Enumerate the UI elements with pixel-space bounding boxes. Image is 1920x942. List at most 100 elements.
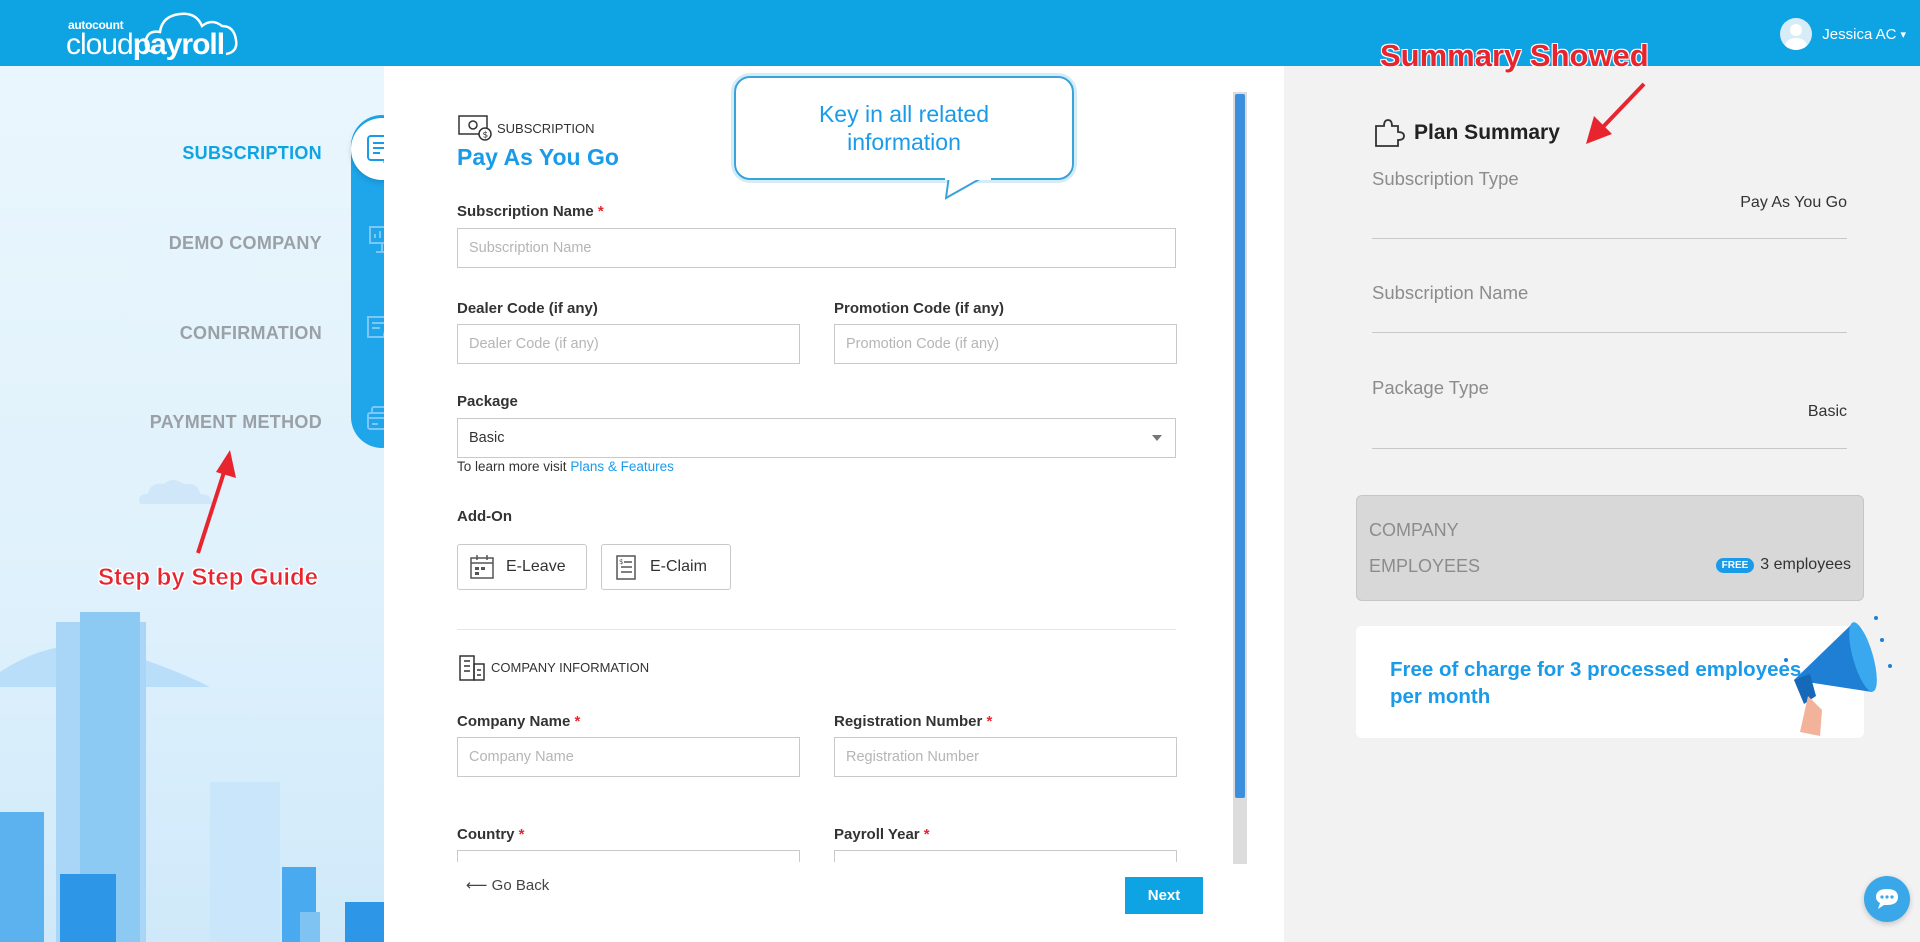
subscription-name-label: Subscription Name * — [457, 203, 604, 220]
addon-e-leave[interactable]: E-Leave — [457, 544, 587, 590]
city-skyline-illustration — [0, 612, 384, 942]
summary-subscription-type: Subscription Type Pay As You Go — [1372, 168, 1847, 239]
addon-e-claim[interactable]: $ E-Claim — [601, 544, 731, 590]
summary-package-type-key: Package Type — [1372, 377, 1489, 398]
free-promo-text: Free of charge for 3 processed employees… — [1390, 658, 1802, 708]
section-divider — [457, 629, 1176, 630]
country-label: Country * — [457, 826, 525, 843]
employees-count: 3 employees — [1760, 556, 1851, 573]
avatar — [1780, 18, 1813, 50]
company-name-input[interactable] — [457, 737, 800, 777]
form-scrollbar-thumb[interactable] — [1235, 94, 1245, 798]
puzzle-icon — [1375, 119, 1405, 147]
next-button[interactable]: Next — [1125, 877, 1203, 914]
summary-subscription-type-value: Pay As You Go — [1740, 194, 1847, 211]
logo-main-text: cloudpayroll — [66, 28, 225, 62]
chevron-down-icon — [1152, 435, 1162, 441]
chevron-down-icon: ▾ — [1900, 28, 1906, 41]
presentation-board-icon — [369, 226, 384, 253]
payroll-year-label: Payroll Year * — [834, 826, 930, 843]
promotion-code-input[interactable] — [834, 324, 1177, 364]
step-payment-method-circle[interactable] — [351, 388, 384, 450]
confirmation-check-icon — [367, 316, 384, 339]
subscription-form-icon — [367, 135, 384, 163]
callout-line-2: information — [847, 129, 961, 155]
registration-number-input[interactable] — [834, 737, 1177, 777]
addon-e-leave-label: E-Leave — [506, 558, 566, 575]
required-mark: * — [986, 713, 993, 730]
required-mark: * — [518, 826, 525, 843]
summary-subscription-type-key: Subscription Type — [1372, 168, 1519, 189]
logo-cloud-text: cloud — [66, 28, 134, 61]
svg-text:$: $ — [483, 131, 489, 141]
company-section-title: COMPANY INFORMATION — [491, 659, 650, 675]
callout-tail-icon — [945, 176, 991, 200]
learn-more-text: To learn more visit Plans & Features — [457, 459, 674, 474]
company-name-label-text: Company Name — [457, 713, 571, 730]
subscription-name-input[interactable] — [457, 228, 1176, 268]
plans-features-link[interactable]: Plans & Features — [570, 459, 674, 474]
summary-package-type-value: Basic — [1807, 403, 1847, 420]
annotation-arrow-up-icon — [196, 450, 236, 554]
receipt-icon: $ — [616, 555, 636, 580]
promotion-code-label: Promotion Code (if any) — [834, 300, 1004, 317]
summary-package-type: Package Type Basic — [1372, 377, 1847, 449]
payroll-year-select[interactable] — [834, 850, 1177, 862]
package-select-value: Basic — [469, 430, 505, 446]
plan-summary-panel: Plan Summary Subscription Type Pay As Yo… — [1284, 66, 1920, 942]
plan-summary-header: Plan Summary — [1372, 116, 1560, 150]
required-mark: * — [923, 826, 930, 843]
app-logo[interactable]: autocount cloudpayroll — [66, 10, 238, 62]
payroll-year-label-text: Payroll Year — [834, 826, 920, 843]
step-demo-company[interactable]: DEMO COMPANY — [169, 233, 322, 254]
summary-subscription-name-key: Subscription Name — [1372, 282, 1529, 303]
svg-text:$: $ — [619, 558, 623, 566]
info-callout: Key in all related information — [734, 76, 1074, 180]
credit-card-icon — [367, 406, 384, 430]
logo-payroll-text: payroll — [132, 28, 225, 61]
registration-number-label: Registration Number * — [834, 713, 992, 730]
package-select[interactable]: Basic — [457, 418, 1176, 458]
addon-label: Add-On — [457, 508, 512, 525]
dealer-code-input[interactable] — [457, 324, 800, 364]
callout-line-1: Key in all related — [818, 101, 990, 127]
form-scrollbar[interactable] — [1233, 92, 1247, 864]
learn-more-prefix: To learn more visit — [457, 459, 567, 474]
chat-bubble-icon — [1876, 889, 1898, 909]
addon-e-claim-label: E-Claim — [650, 558, 707, 575]
free-badge: FREE — [1715, 557, 1755, 573]
employees-value: FREE 3 employees — [1715, 556, 1851, 574]
subscription-card-icon: $ — [458, 115, 492, 141]
summary-subscription-name: Subscription Name — [1372, 282, 1847, 333]
user-name: Jessica AC — [1822, 25, 1897, 43]
go-back-link[interactable]: ⟵ Go Back — [466, 876, 549, 894]
subscription-section-header: $ SUBSCRIPTION — [457, 114, 595, 142]
step-demo-company-circle[interactable] — [351, 208, 384, 270]
required-mark: * — [597, 203, 604, 220]
company-name-label: Company Name * — [457, 713, 580, 730]
dealer-code-label: Dealer Code (if any) — [457, 300, 598, 317]
megaphone-icon — [1784, 616, 1892, 736]
subscription-name-label-text: Subscription Name — [457, 203, 594, 220]
company-section-header: COMPANY INFORMATION — [457, 652, 649, 682]
building-icon — [459, 655, 485, 681]
step-confirmation-circle[interactable] — [351, 298, 384, 360]
company-employees-box: COMPANY EMPLOYEES FREE 3 employees — [1356, 495, 1864, 601]
country-select[interactable] — [457, 850, 800, 862]
summary-annotation: Summary Showed — [1380, 38, 1649, 73]
step-confirmation[interactable]: CONFIRMATION — [180, 323, 322, 344]
calendar-icon — [470, 555, 494, 579]
subscription-form-panel: $ SUBSCRIPTION Pay As You Go Subscriptio… — [384, 66, 1284, 942]
chat-button[interactable] — [1864, 876, 1910, 922]
subscription-section-title: SUBSCRIPTION — [497, 120, 595, 136]
user-menu[interactable]: Jessica AC ▾ — [1780, 18, 1906, 50]
plan-summary-title: Plan Summary — [1414, 121, 1560, 144]
plan-title: Pay As You Go — [457, 144, 619, 170]
required-mark: * — [574, 713, 581, 730]
step-payment-method[interactable]: PAYMENT METHOD — [150, 412, 322, 433]
annotation-arrow-down-icon — [1586, 82, 1646, 144]
step-subscription[interactable]: SUBSCRIPTION — [182, 143, 322, 164]
country-label-text: Country — [457, 826, 515, 843]
company-key: COMPANY — [1369, 520, 1459, 540]
registration-number-label-text: Registration Number — [834, 713, 983, 730]
